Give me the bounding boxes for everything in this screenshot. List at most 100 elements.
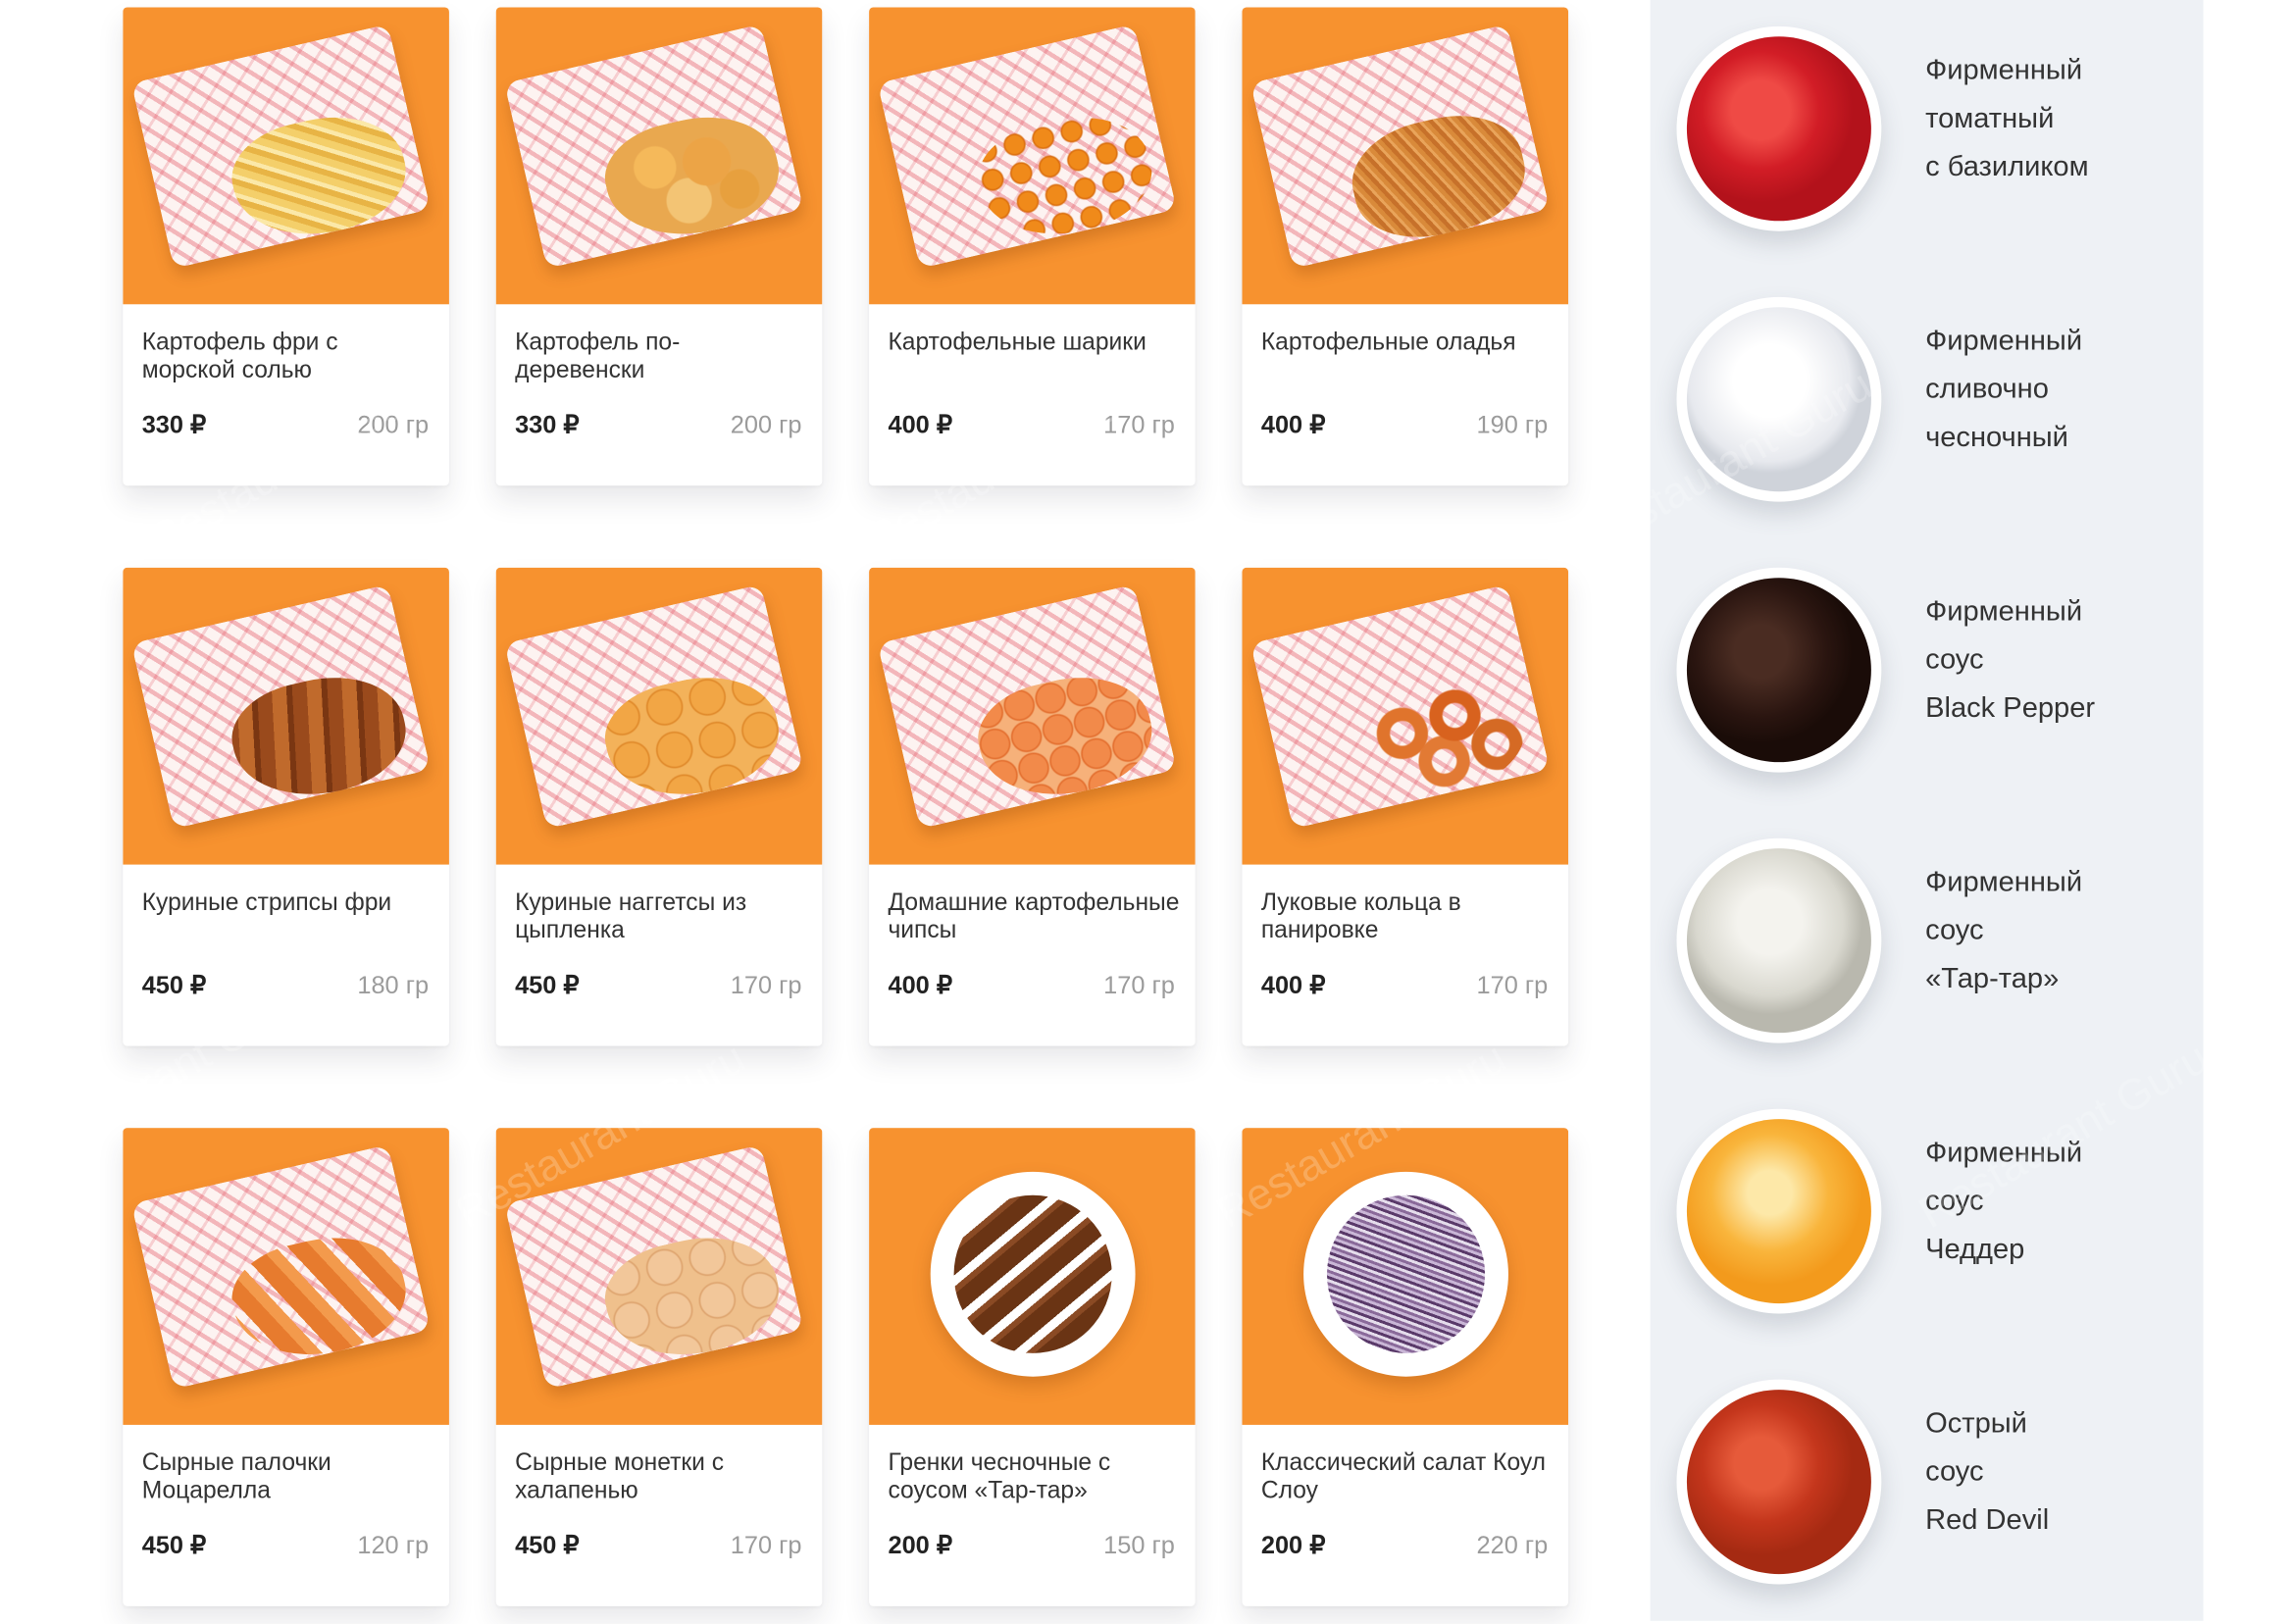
devil-sauce [1686,1390,1871,1575]
sauce-name-line: Фирменный [1925,866,2083,898]
item-price: 450 ₽ [515,971,580,999]
sauce-name-line: Фирменный [1925,595,2083,628]
sauce-name-line: Фирменный [1925,325,2083,357]
sauce-name: Фирменный томатный с базиликом [1925,47,2189,192]
paper-wrap [1249,24,1551,269]
item-price: 400 ₽ [888,971,952,999]
nuggets-food [595,661,790,812]
sauce-cup [1676,837,1882,1043]
chips-food [968,661,1163,812]
sauce-item: Фирменный томатный с базиликом [1651,0,2204,271]
menu-card[interactable]: Куриные наггетсы из цыпленка 450 ₽ 170 гр [495,567,823,1046]
item-name: Куриные наггетсы из цыпленка [515,888,747,944]
item-price: 450 ₽ [141,971,207,999]
item-price: 200 ₽ [1260,1531,1326,1560]
item-price: 400 ₽ [888,411,952,439]
balls-food [968,101,1163,252]
paper-wrap [504,24,804,269]
item-weight: 180 гр [357,971,430,999]
item-weight: 120 гр [357,1531,430,1560]
paper-wrap [877,24,1177,269]
coins-food [595,1222,790,1373]
item-price: 330 ₽ [141,411,207,439]
sauce-cup [1676,1108,1882,1314]
menu-card[interactable]: Картофельные шарики 400 ₽ 170 гр [869,7,1196,486]
pepper-sauce [1686,578,1871,763]
menu-card[interactable]: Куриные стрипсы фри 450 ₽ 180 гр [123,567,449,1046]
item-weight: 170 гр [730,971,802,999]
sauce-name-line: соус [1925,1185,1984,1218]
menu-card[interactable]: Картофель по-деревенски 330 ₽ 200 гр [495,7,823,486]
sauce-item: Фирменный соус Black Pepper [1651,541,2204,812]
item-weight: 170 гр [730,1531,802,1560]
item-name: Картофельные шарики [888,329,1147,356]
plate [930,1171,1136,1377]
sauce-name-line: соус [1925,1455,1984,1489]
sauce-item: Фирменный сливочно чесночный [1651,271,2204,541]
sauce-cup [1676,567,1882,773]
item-price: 400 ₽ [1260,971,1326,999]
slaw-food [1326,1194,1486,1353]
food-photo [495,7,823,305]
tomato-sauce [1686,36,1871,222]
sauce-name-line: чесночный [1925,421,2068,454]
food-photo [869,1128,1196,1425]
sauce-name-line: Black Pepper [1925,691,2096,725]
item-name: Луковые кольца в панировке [1260,888,1461,944]
garlic-sauce [1686,307,1871,492]
croutons-food [953,1194,1112,1353]
item-weight: 190 гр [1476,411,1549,439]
menu-card[interactable]: Домашние картофельные чипсы 400 ₽ 170 гр [869,567,1196,1046]
sauce-cup [1676,25,1882,231]
sauce-name-line: томатный [1925,102,2055,135]
food-photo [123,567,449,865]
rings-food [1341,661,1536,812]
food-photo [1242,7,1569,305]
paper-wrap [1249,584,1551,830]
sauce-cup [1676,296,1882,502]
cheddar-sauce [1686,1119,1871,1304]
food-photo [869,7,1196,305]
sauce-name: Фирменный соус Чеддер [1925,1130,2189,1275]
menu-card[interactable]: Картофель фри с морской солью 330 ₽ 200 гр [123,7,449,486]
sauce-name-line: соус [1925,914,1984,947]
sauce-name-line: Чеддер [1925,1233,2025,1266]
sauce-name-line: Фирменный [1925,54,2083,87]
item-price: 400 ₽ [1260,411,1326,439]
sauce-name-line: сливочно [1925,373,2049,406]
paper-wrap [130,584,432,830]
sauce-name: Острый соус Red Devil [1925,1400,2189,1546]
food-photo [1242,567,1569,865]
food-photo [1242,1128,1569,1425]
paper-wrap [504,1144,804,1390]
sauce-name-line: соус [1925,643,1984,677]
item-weight: 150 гр [1103,1531,1175,1560]
menu-grid: Картофель фри с морской солью 330 ₽ 200 гр… [123,7,1569,1606]
food-photo [495,567,823,865]
menu-card[interactable]: Картофельные оладья 400 ₽ 190 гр [1242,7,1569,486]
menu-card[interactable]: Луковые кольца в панировке 400 ₽ 170 гр [1242,567,1569,1046]
sauce-cup [1676,1379,1882,1585]
tartar-sauce [1686,848,1871,1034]
item-weight: 200 гр [357,411,430,439]
item-price: 330 ₽ [515,411,580,439]
item-weight: 170 гр [1476,971,1549,999]
menu-card[interactable]: Сырные монетки с халапенью 450 ₽ 170 гр [495,1128,823,1606]
menu-card[interactable]: Классический салат Коул Слоу 200 ₽ 220 гр [1242,1128,1569,1606]
food-photo [869,567,1196,865]
item-name: Картофель по-деревенски [515,329,681,383]
item-weight: 200 гр [730,411,802,439]
item-weight: 170 гр [1103,971,1175,999]
strips-food [222,661,417,812]
item-name: Гренки чесночные с соусом «Тар-тар» [888,1449,1111,1504]
hashbrown-food [1341,101,1536,252]
menu-card[interactable]: Гренки чесночные с соусом «Тар-тар» 200 ₽… [869,1128,1196,1606]
sauce-name-line: Фирменный [1925,1137,2083,1169]
paper-wrap [130,24,432,269]
sticks-food [222,1222,417,1373]
item-name: Сырные палочки Моцарелла [141,1449,331,1504]
menu-card[interactable]: Сырные палочки Моцарелла 450 ₽ 120 гр [123,1128,449,1606]
paper-wrap [877,584,1177,830]
sauce-item: Острый соус Red Devil [1651,1353,2204,1624]
item-name: Картофельные оладья [1260,329,1516,356]
